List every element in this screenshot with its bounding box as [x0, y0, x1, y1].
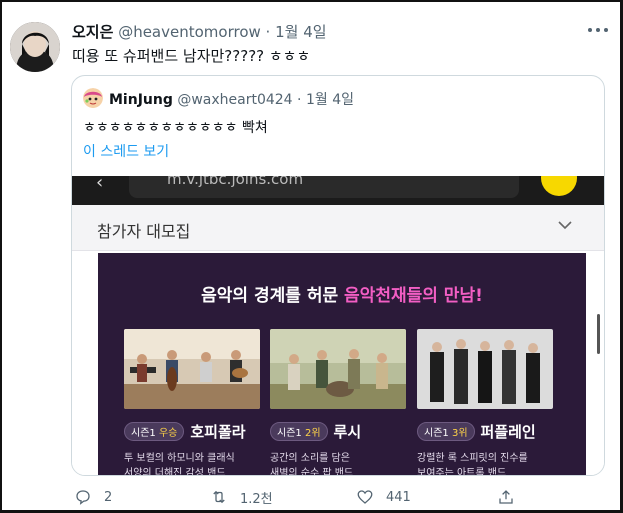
quote-author-avatar	[83, 88, 103, 108]
season-badge: 시즌1 3위	[417, 422, 475, 441]
band-tag-row: 시즌1 3위 퍼플레인	[417, 421, 553, 442]
banner-title-pink: 음악천재들의 만남!	[344, 286, 483, 306]
band-card-lucy: 시즌1 2위 루시 공간의 소리를 담은 새벽의 순수 팝 밴드	[270, 329, 406, 476]
show-thread-link[interactable]: 이 스레드 보기	[83, 141, 169, 161]
quoted-tweet[interactable]: MinJung @waxheart0424 · 1월 4일 ㅎㅎㅎㅎㅎㅎㅎㅎㅎㅎ…	[71, 75, 605, 476]
quote-text: ㅎㅎㅎㅎㅎㅎㅎㅎㅎㅎㅎㅎ 빡쳐	[83, 120, 268, 136]
retweet-count: 1.2천	[240, 491, 273, 507]
author-handle[interactable]: @heaventomorrow	[118, 23, 261, 41]
band-card-hoppipolla: 시즌1 우승 호피폴라 투 보컬의 하모니와 클래식 서양의 더해진 감성 밴드	[124, 329, 260, 476]
recruit-label: 참가자 대모집	[97, 222, 191, 241]
season-badge: 시즌1 우승	[124, 422, 185, 441]
band-card-purple-rain: 시즌1 3위 퍼플레인 강렬한 록 스피릿의 진수를 보여주는 아트록 밴드	[417, 329, 553, 476]
band-tag-row: 시즌1 2위 루시	[270, 421, 406, 442]
like-count: 441	[386, 489, 411, 505]
reply-count: 2	[104, 489, 113, 505]
tweet-date[interactable]: 1월 4일	[275, 23, 326, 41]
share-icon	[499, 490, 513, 504]
band-photo-lucy	[270, 329, 406, 409]
retweet-button[interactable]: 1.2천	[210, 486, 273, 508]
quote-date: 1월 4일	[305, 92, 354, 108]
quote-author-name: MinJung	[109, 92, 173, 108]
quote-separator-dot: ·	[297, 92, 302, 108]
reply-button[interactable]: 2	[74, 486, 112, 508]
reply-icon	[76, 490, 90, 505]
author-avatar[interactable]	[10, 22, 60, 72]
band-description: 공간의 소리를 담은 새벽의 순수 팝 밴드	[270, 453, 354, 476]
quote-header: MinJung @waxheart0424 · 1월 4일	[109, 89, 354, 109]
band-photo-purple-rain	[417, 329, 553, 409]
tweet-actions: 2 1.2천 441	[0, 486, 623, 508]
superband-banner: 음악의 경계를 허문 음악천재들의 만남! 시즌1 우승 호피폴라 투 보컬의 …	[98, 253, 586, 476]
url-text: m.v.jtbc.joins.com	[129, 176, 519, 198]
band-description: 강렬한 록 스피릿의 진수를 보여주는 아트록 밴드	[417, 453, 528, 476]
quote-author-handle: @waxheart0424	[177, 92, 293, 108]
separator-dot: ·	[265, 23, 271, 41]
back-arrow-icon: ‹	[96, 176, 104, 193]
recruit-section-header: 참가자 대모집	[72, 205, 604, 251]
retweet-icon	[213, 490, 225, 504]
like-button[interactable]: 441	[356, 486, 411, 508]
author-name[interactable]: 오지은	[72, 23, 113, 41]
band-name: 퍼플레인	[480, 423, 536, 441]
kakao-icon	[541, 176, 577, 196]
band-description: 투 보컬의 하모니와 클래식 서양의 더해진 감성 밴드	[124, 453, 235, 476]
band-tag-row: 시즌1 우승 호피폴라	[124, 421, 260, 442]
banner-title: 음악의 경계를 허문 음악천재들의 만남!	[98, 281, 586, 306]
chevron-down-icon	[558, 221, 572, 230]
band-name: 호피폴라	[190, 423, 246, 441]
scrollbar-thumb	[597, 314, 600, 354]
band-photo-hoppipolla	[124, 329, 260, 409]
band-name: 루시	[333, 423, 362, 441]
share-button[interactable]	[497, 486, 515, 508]
tweet-text: 띠용 또 슈퍼밴드 남자만????? ㅎㅎㅎ	[72, 47, 311, 65]
tweet-header: 오지은 @heaventomorrow · 1월 4일	[72, 21, 327, 42]
like-icon	[357, 490, 373, 504]
browser-url-bar: ‹ m.v.jtbc.joins.com	[72, 176, 604, 205]
season-badge: 시즌1 2위	[270, 422, 328, 441]
banner-title-white: 음악의 경계를 허문	[201, 286, 345, 306]
more-icon[interactable]	[584, 21, 612, 39]
embedded-screenshot[interactable]: ‹ m.v.jtbc.joins.com 참가자 대모집 음악의 경계를 허문 …	[72, 176, 604, 476]
